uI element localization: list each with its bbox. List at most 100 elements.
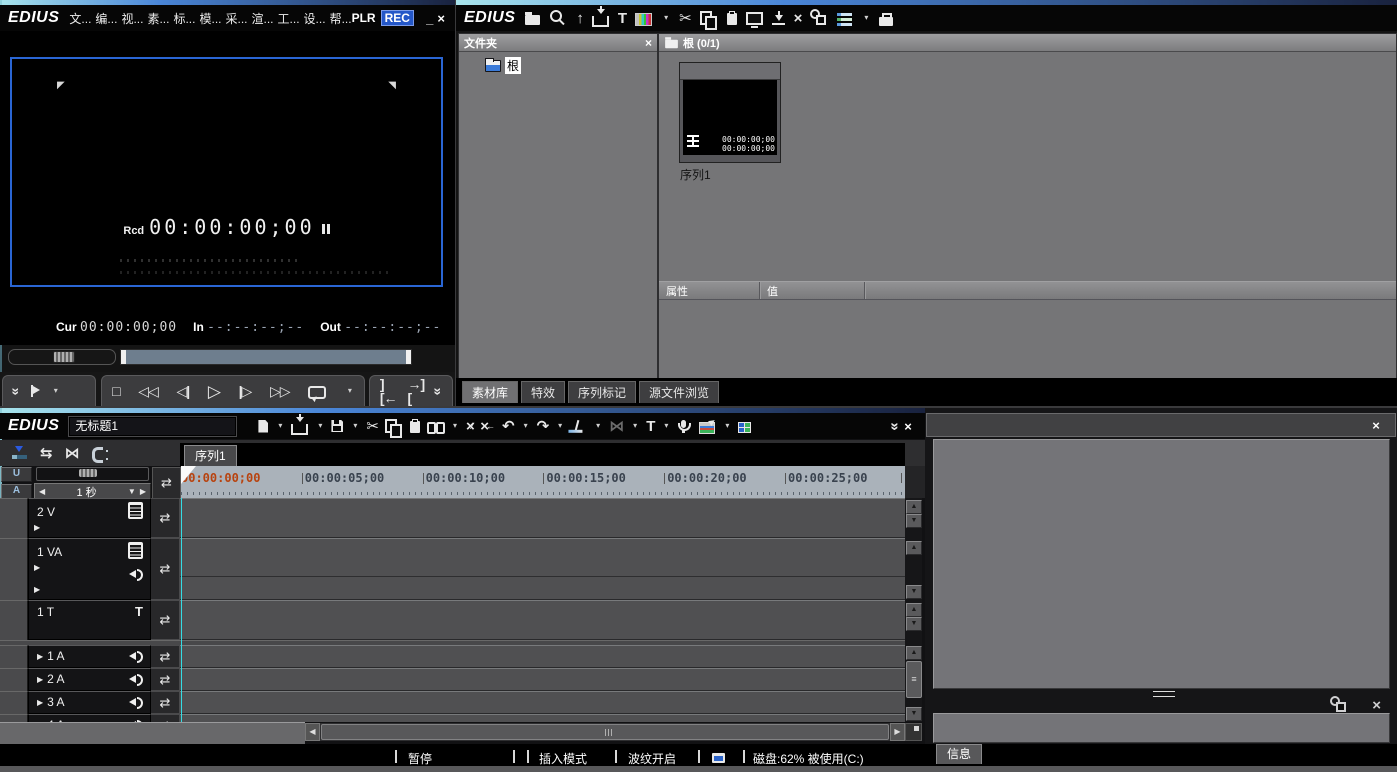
track-content[interactable]	[180, 600, 905, 640]
patch-swap-icon[interactable]: ⇄	[151, 645, 180, 668]
timescale-prev-icon[interactable]: ◀	[39, 487, 45, 496]
menu-item[interactable]: 模...	[199, 10, 221, 27]
hscroll-right-icon[interactable]: ▶	[890, 723, 905, 741]
view-dropdown[interactable]: ▾	[861, 7, 870, 29]
resize-corner[interactable]	[905, 723, 922, 741]
speaker-icon[interactable]	[129, 672, 143, 686]
patch-header-cell[interactable]: ⇄	[152, 467, 181, 499]
track-gutter[interactable]	[0, 538, 28, 600]
title-track-icon[interactable]: T	[135, 604, 143, 619]
new-dropdown[interactable]: ▾	[275, 415, 284, 437]
view-mode-icon[interactable]	[837, 7, 852, 29]
search-icon[interactable]	[549, 7, 567, 29]
expand-arrow-icon[interactable]: ▶	[34, 585, 40, 594]
hscroll-left-icon[interactable]: ◀	[305, 723, 320, 741]
menu-item[interactable]: 编...	[95, 10, 117, 27]
track-gutter[interactable]	[0, 668, 28, 691]
properties-icon[interactable]	[810, 7, 828, 29]
expand-arrow-icon[interactable]: ▶	[37, 652, 43, 661]
audio-mute-button[interactable]: A	[1, 484, 32, 499]
timeline-overflow-icon[interactable]: »	[884, 422, 906, 429]
ripple-delete-icon[interactable]: ×∕	[466, 415, 473, 437]
track-header[interactable]: 1 VA▶▶	[28, 538, 151, 600]
folder-panel-close-icon[interactable]: ×	[645, 36, 652, 50]
track-header[interactable]: ▶1 A	[28, 645, 151, 668]
menu-item[interactable]: 设...	[304, 10, 326, 27]
stop-button[interactable]: □	[112, 380, 119, 402]
menu-item[interactable]: 工...	[278, 10, 300, 27]
import-icon[interactable]	[592, 7, 609, 29]
timeline-hscrollbar[interactable]: ◀ ▶	[305, 723, 905, 741]
track-header[interactable]: 1 TT	[28, 600, 151, 640]
track-header[interactable]: 2 V▶	[28, 498, 151, 538]
hscroll-thumb[interactable]	[321, 724, 889, 740]
track-gutter[interactable]	[0, 498, 28, 538]
mixer-grid-icon[interactable]	[738, 415, 751, 437]
shuttle-thumb[interactable]	[53, 351, 75, 363]
player-overflow2-icon[interactable]: »	[428, 388, 450, 395]
marker-flag-icon[interactable]	[31, 380, 40, 402]
timescale-next-icon[interactable]: ▶	[140, 487, 146, 496]
timescale-slider-thumb[interactable]	[79, 469, 97, 477]
track-gutter[interactable]	[0, 600, 28, 640]
info-tab[interactable]: 信息	[936, 744, 982, 764]
track-gutter[interactable]	[0, 645, 28, 668]
loop-button[interactable]	[308, 380, 326, 402]
patch-swap-icon[interactable]: ⇄	[151, 691, 180, 714]
insert-mode-icon[interactable]	[12, 442, 27, 464]
copy-icon[interactable]	[700, 7, 718, 29]
snap-mode-icon[interactable]	[92, 442, 103, 464]
cut-icon[interactable]: ✂	[366, 415, 378, 437]
track-content[interactable]	[180, 691, 905, 714]
bin-tab[interactable]: 特效	[521, 381, 565, 403]
bin-root-folder[interactable]: 根	[485, 57, 521, 74]
playhead-marker[interactable]	[181, 466, 196, 484]
redo-dropdown[interactable]: ▾	[555, 415, 564, 437]
send-to-monitor-icon[interactable]	[746, 7, 763, 29]
rewind-button[interactable]: ◁◁	[138, 380, 158, 402]
add-title-icon[interactable]: T	[618, 7, 626, 29]
menu-item[interactable]: 文...	[69, 10, 91, 27]
timeline-ruler[interactable]: 00:00:00;0000:00:05;0000:00:10;0000:00:1…	[181, 466, 905, 498]
clip-name-label[interactable]: 序列1	[680, 166, 711, 183]
undo-icon[interactable]: ↶	[502, 415, 514, 437]
goto-in-button[interactable]: ][←	[380, 380, 397, 402]
expand-arrow-icon[interactable]: ▶	[34, 563, 40, 572]
close-icon[interactable]: ×	[1372, 697, 1381, 714]
value-column-header[interactable]: 值	[760, 282, 865, 299]
menu-item[interactable]: 采...	[226, 10, 248, 27]
save-icon[interactable]	[331, 415, 343, 437]
export-dropdown[interactable]: ▾	[722, 415, 731, 437]
track-gutter[interactable]	[0, 691, 28, 714]
sequence-clip-card[interactable]: 00:00:00;00 00:00:00;00	[679, 62, 781, 163]
track-content[interactable]	[180, 668, 905, 691]
up-folder-icon[interactable]: ↑	[576, 7, 583, 29]
merge-icon[interactable]	[772, 7, 785, 29]
position-bar[interactable]	[120, 349, 412, 365]
attr-column-header[interactable]: 属性	[659, 282, 760, 299]
delete-icon[interactable]: ×	[794, 7, 802, 29]
scroll-down-button[interactable]: ▼	[906, 707, 922, 721]
timescale-caret-icon[interactable]: ▼	[128, 487, 136, 496]
redo-icon[interactable]: ↷	[537, 415, 549, 437]
menu-item[interactable]: 渲...	[252, 10, 274, 27]
close-button[interactable]: ×	[435, 11, 447, 26]
title-icon[interactable]: T	[646, 415, 654, 437]
speaker-icon[interactable]	[129, 565, 143, 583]
colorbars-icon[interactable]	[635, 7, 652, 29]
patch-swap-icon[interactable]: ⇄	[151, 668, 180, 691]
timescale-slider[interactable]	[36, 467, 149, 481]
menu-item[interactable]: 标...	[173, 10, 195, 27]
video-track-icon[interactable]	[128, 502, 143, 522]
next-frame-button[interactable]: |▷	[239, 380, 252, 402]
play-button[interactable]: ▷	[208, 380, 220, 402]
ripple-mode-icon[interactable]: ⇆	[40, 442, 52, 464]
menu-item[interactable]: 帮...	[330, 10, 352, 27]
palette-close-button[interactable]: ×	[1367, 418, 1385, 433]
project-name-field[interactable]: 无标题1	[69, 417, 236, 436]
copy-icon[interactable]	[385, 415, 403, 437]
expand-arrow-icon[interactable]: ▶	[37, 675, 43, 684]
speaker-icon[interactable]	[129, 695, 143, 709]
bin-tab[interactable]: 源文件浏览	[639, 381, 719, 403]
track-header[interactable]: ▶3 A	[28, 691, 151, 714]
